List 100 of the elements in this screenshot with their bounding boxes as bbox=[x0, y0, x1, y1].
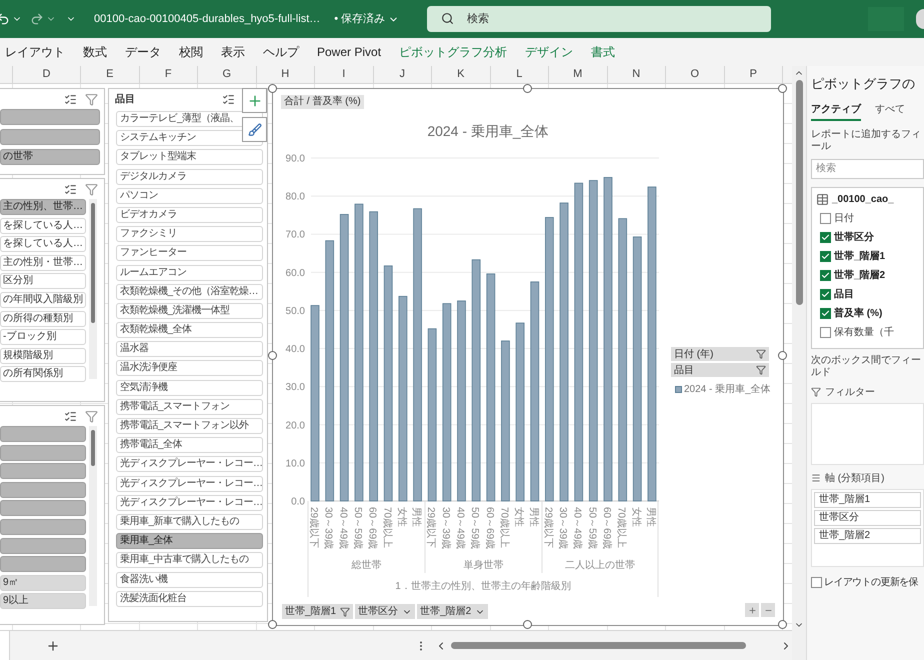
column-header[interactable]: J bbox=[374, 66, 432, 83]
bar[interactable] bbox=[545, 217, 554, 502]
bar[interactable] bbox=[369, 211, 378, 502]
defer-update-label[interactable]: レイアウトの更新を保 bbox=[824, 574, 918, 590]
field-name[interactable]: 品目 bbox=[834, 286, 854, 302]
slicer-item[interactable]: 光ディスクプレーヤー・レコー… bbox=[116, 494, 263, 511]
multi-select-icon[interactable] bbox=[222, 92, 235, 106]
slicer-item[interactable]: 温水器 bbox=[116, 341, 263, 358]
checkbox[interactable] bbox=[820, 212, 831, 224]
column-header[interactable]: O bbox=[666, 66, 724, 83]
field-name[interactable]: 普及率 (%) bbox=[834, 306, 882, 320]
pane-tab[interactable]: すべて bbox=[875, 102, 905, 120]
column-header[interactable]: M bbox=[549, 66, 608, 83]
bar[interactable] bbox=[428, 328, 437, 502]
slicer-item[interactable]: 温水洗浄便座 bbox=[116, 360, 263, 376]
field-name[interactable]: 世帯区分 bbox=[834, 230, 874, 244]
add-sheet-icon[interactable] bbox=[46, 638, 60, 652]
slicer-item[interactable] bbox=[0, 482, 86, 498]
ribbon-tab[interactable]: 数式 bbox=[74, 43, 116, 61]
slicer-item[interactable]: ビデオカメラ bbox=[116, 206, 263, 223]
slicer-item[interactable]: デジタルカメラ bbox=[116, 168, 263, 185]
bar[interactable] bbox=[618, 218, 628, 502]
bar[interactable] bbox=[632, 236, 642, 502]
bar[interactable] bbox=[398, 296, 408, 502]
collapse-button[interactable] bbox=[761, 603, 775, 617]
bar[interactable] bbox=[325, 240, 334, 502]
undo-icon[interactable] bbox=[0, 12, 10, 26]
bar[interactable] bbox=[442, 303, 452, 502]
expand-button[interactable] bbox=[745, 603, 759, 617]
slicer-scrollbar[interactable] bbox=[89, 426, 97, 606]
checkbox[interactable] bbox=[820, 232, 831, 242]
ribbon-tab[interactable]: 表示 bbox=[212, 43, 254, 61]
column-header[interactable]: F bbox=[140, 66, 198, 83]
slicer-item[interactable]: 衣類乾燥機_全体 bbox=[116, 322, 263, 338]
slicer-item[interactable]: 9㎡ bbox=[0, 574, 86, 591]
checkbox[interactable] bbox=[820, 250, 831, 262]
scrollbar-thumb[interactable] bbox=[796, 80, 802, 305]
slicer-item[interactable]: パソコン bbox=[116, 188, 263, 204]
ribbon-tab[interactable]: ピボットグラフ分析 bbox=[390, 43, 516, 61]
ribbon-tab[interactable]: Power Pivot bbox=[308, 43, 390, 61]
column-header[interactable]: E bbox=[81, 66, 140, 83]
slicer-scrollbar[interactable] bbox=[89, 199, 97, 379]
bar[interactable] bbox=[384, 265, 393, 502]
slicer-item[interactable]: 光ディスクプレーヤー・レコー… bbox=[116, 476, 263, 492]
column-header[interactable]: K bbox=[432, 66, 490, 83]
field-button[interactable]: 世帯_階層2 bbox=[417, 604, 488, 619]
slicer-item[interactable]: 携帯電話_全体 bbox=[116, 437, 263, 454]
checkbox[interactable] bbox=[811, 576, 822, 588]
slicer-item[interactable]: の所得の種類別 bbox=[0, 310, 86, 327]
column-header[interactable]: H bbox=[256, 66, 315, 83]
field-name[interactable]: 日付 bbox=[834, 210, 854, 226]
bar[interactable] bbox=[340, 214, 349, 502]
vertical-scrollbar[interactable] bbox=[792, 66, 806, 660]
save-status-button[interactable]: • 保存済み bbox=[334, 10, 400, 28]
slicer-item[interactable] bbox=[0, 538, 86, 554]
search-field[interactable]: 検索 bbox=[427, 6, 772, 32]
style-button[interactable] bbox=[242, 117, 267, 142]
value-field-button[interactable]: 合計 / 普及率 (%) bbox=[281, 95, 364, 109]
filter-icon[interactable] bbox=[85, 182, 98, 196]
slicer-item[interactable]: の年間収入階級別 bbox=[0, 292, 86, 308]
slicer-item[interactable]: 規模階級別 bbox=[0, 348, 86, 364]
ribbon-tab[interactable]: 書式 bbox=[582, 43, 624, 61]
add-button[interactable] bbox=[242, 88, 267, 113]
slicer-item[interactable]: 主の性別、世帯… bbox=[0, 199, 86, 215]
slicer-item[interactable] bbox=[0, 556, 86, 572]
slicer-item[interactable]: 洗髪洗面化粧台 bbox=[116, 590, 263, 607]
field-button[interactable]: 日付 (年) bbox=[671, 347, 769, 361]
bar[interactable] bbox=[574, 182, 584, 502]
resize-handle[interactable] bbox=[268, 620, 277, 629]
resize-handle[interactable] bbox=[523, 620, 532, 629]
resize-handle[interactable] bbox=[523, 84, 532, 93]
slicer-item[interactable]: 乗用車_新車で購入したもの bbox=[116, 514, 263, 530]
slicer-item[interactable]: を探している人… bbox=[0, 218, 86, 234]
multi-select-icon[interactable] bbox=[64, 182, 77, 196]
column-header[interactable]: G bbox=[198, 66, 256, 83]
ribbon-tab[interactable]: レイアウト bbox=[0, 43, 74, 61]
slicer-item[interactable]: -ブロック別 bbox=[0, 329, 86, 346]
ribbon-tab[interactable]: データ bbox=[116, 43, 170, 61]
slicer-item[interactable] bbox=[0, 444, 86, 461]
slicer-item[interactable]: 衣類乾燥機_その他（浴室乾燥… bbox=[116, 284, 263, 300]
field-button[interactable]: 世帯区分 bbox=[355, 604, 416, 619]
pane-tab[interactable]: アクティブ bbox=[811, 102, 861, 120]
slicer-item[interactable]: ファンヒーター bbox=[116, 245, 263, 262]
slicer-item[interactable] bbox=[0, 500, 86, 516]
field-name[interactable]: 世帯_階層1 bbox=[834, 248, 886, 264]
ribbon-tab[interactable]: デザイン bbox=[516, 43, 582, 61]
resize-handle[interactable] bbox=[778, 351, 787, 360]
avatar[interactable] bbox=[916, 9, 924, 29]
slicer-item[interactable]: 区分別 bbox=[0, 273, 86, 290]
field-name[interactable]: 保有数量（千 bbox=[834, 324, 894, 340]
slicer-item[interactable]: ファクシミリ bbox=[116, 226, 263, 242]
horizontal-scrollbar-thumb[interactable] bbox=[451, 642, 746, 649]
slicer-item[interactable]: の所有関係別 bbox=[0, 366, 86, 382]
column-header[interactable]: P bbox=[724, 66, 783, 83]
slicer-item[interactable]: 主の性別・世帯… bbox=[0, 254, 86, 271]
checkbox[interactable] bbox=[820, 308, 831, 318]
search-field[interactable]: 検索 bbox=[811, 158, 924, 178]
bar[interactable] bbox=[516, 322, 524, 502]
ribbon-tab[interactable]: 校閲 bbox=[170, 43, 212, 61]
slicer-item[interactable] bbox=[0, 518, 86, 535]
